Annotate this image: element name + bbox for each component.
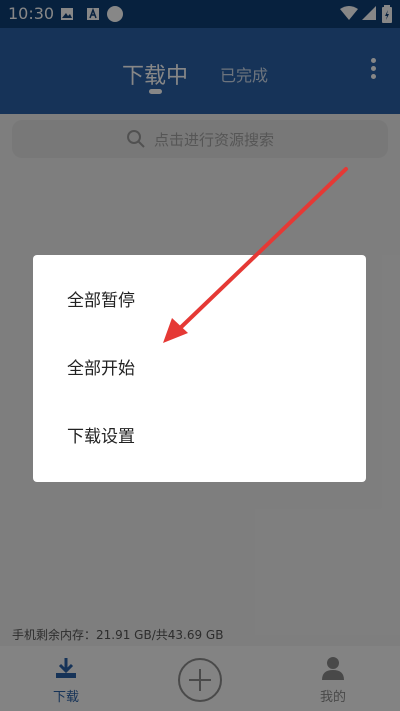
menu-item-pause-all[interactable]: 全部暂停 xyxy=(33,267,366,335)
action-dialog: 全部暂停 全部开始 下载设置 xyxy=(33,255,366,482)
menu-item-start-all[interactable]: 全部开始 xyxy=(33,335,366,403)
menu-item-download-settings[interactable]: 下载设置 xyxy=(33,403,366,471)
